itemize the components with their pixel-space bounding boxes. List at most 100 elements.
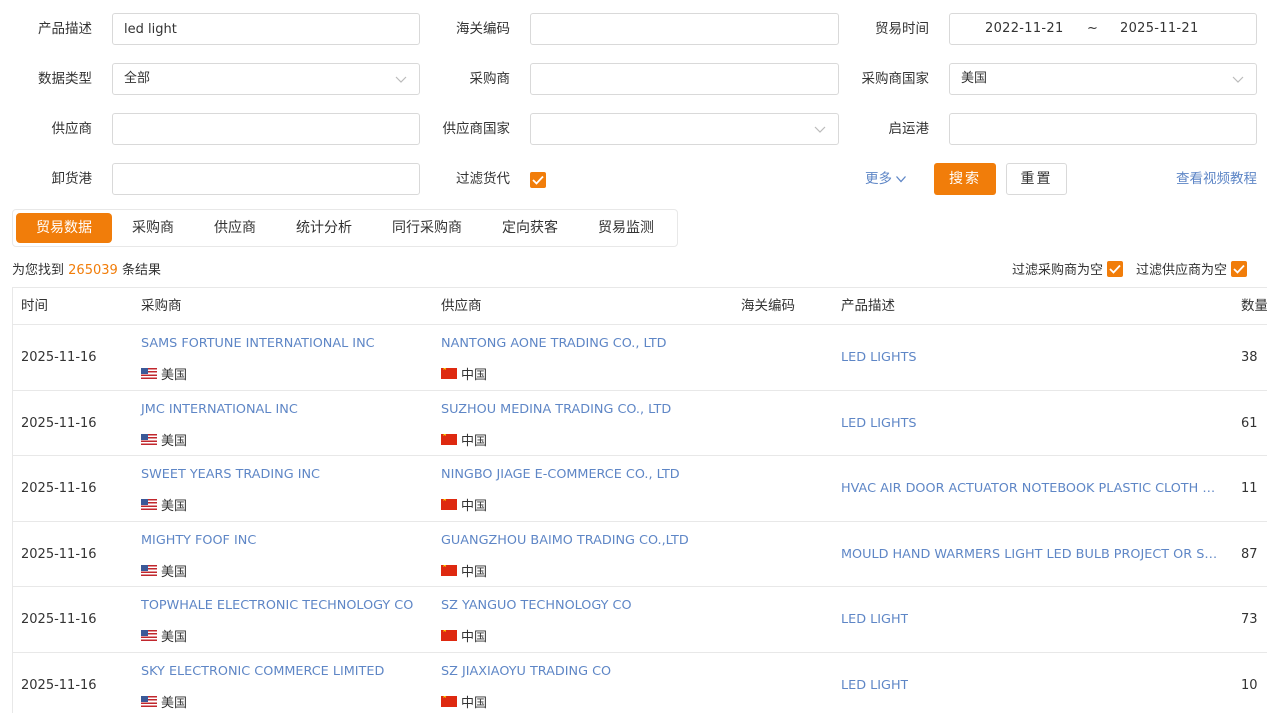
row-buyer-country-label: 美国: [161, 630, 188, 645]
row-supplier-country: 中国: [441, 692, 487, 711]
tab-5[interactable]: 定向获客: [482, 213, 578, 243]
origin-port-input[interactable]: [949, 113, 1257, 145]
dest-port-input[interactable]: [112, 163, 420, 195]
dest-port-label: 卸货港: [51, 171, 93, 187]
row-supplier-country: 中国: [441, 495, 487, 514]
result-count-suffix: 条结果: [121, 263, 161, 278]
table-row: 2025-11-16 JMC INTERNATIONAL INC 美国 SUZHOU …: [13, 391, 1267, 456]
us-flag-icon: [141, 433, 157, 445]
filter-forwarder-checkbox[interactable]: [530, 172, 546, 188]
row-date: 2025-11-16: [21, 677, 97, 693]
row-buyer-country: 美国: [141, 430, 187, 449]
china-flag-icon: [441, 433, 457, 445]
dest-port-field[interactable]: [124, 164, 408, 194]
china-flag-icon: [441, 499, 457, 510]
table-row: 2025-11-16 TOPWHALE ELECTRONIC TECHNOLOGY…: [13, 587, 1267, 653]
row-product-link[interactable]: LED LIGHT: [841, 612, 908, 627]
product-desc-field[interactable]: [124, 14, 408, 44]
buyer-country-select[interactable]: 美国: [949, 63, 1257, 95]
supplier-country-select[interactable]: [530, 113, 839, 145]
row-supplier-link[interactable]: SZ YANGUO TECHNOLOGY CO: [441, 598, 632, 613]
reset-button[interactable]: 重置: [1006, 163, 1067, 195]
more-filters-toggle[interactable]: 更多: [865, 163, 907, 195]
row-product-link[interactable]: MOULD HAND WARMERS LIGHT LED BULB PROJEC…: [841, 547, 1219, 562]
row-supplier-country: 中国: [441, 626, 487, 645]
row-buyer-link[interactable]: TOPWHALE ELECTRONIC TECHNOLOGY CO: [141, 598, 413, 613]
tab-6[interactable]: 贸易监测: [578, 213, 674, 243]
chevron-down-icon: [896, 176, 906, 183]
filter-buyer-empty[interactable]: 过滤采购商为空: [1012, 259, 1124, 278]
hs-code-field[interactable]: [542, 14, 827, 44]
trade-time-end[interactable]: 2025-11-21: [1120, 14, 1199, 44]
result-count-prefix: 为您找到: [12, 263, 65, 278]
row-product-link[interactable]: LED LIGHTS: [841, 416, 917, 431]
row-buyer-link[interactable]: SKY ELECTRONIC COMMERCE LIMITED: [141, 664, 384, 679]
us-flag-icon: [141, 499, 157, 510]
filter-supplier-empty[interactable]: 过滤供应商为空: [1136, 259, 1248, 278]
row-supplier-link[interactable]: GUANGZHOU BAIMO TRADING CO.,LTD: [441, 533, 689, 548]
row-date: 2025-11-16: [21, 350, 97, 365]
hs-code-input[interactable]: [530, 13, 839, 45]
tab-1[interactable]: 采购商: [112, 213, 194, 243]
chevron-down-icon: [814, 126, 826, 133]
row-buyer-link[interactable]: JMC INTERNATIONAL INC: [141, 402, 298, 417]
tab-0[interactable]: 贸易数据: [16, 213, 112, 243]
hs-code-label: 海关编码: [456, 21, 510, 37]
row-supplier-link[interactable]: NANTONG AONE TRADING CO., LTD: [441, 336, 667, 351]
row-supplier-link[interactable]: SUZHOU MEDINA TRADING CO., LTD: [441, 402, 671, 417]
video-tutorial-link[interactable]: 查看视频教程: [1176, 163, 1257, 195]
row-product-link[interactable]: LED LIGHT: [841, 678, 908, 693]
trade-time-range-picker[interactable]: 2022-11-21 ~ 2025-11-21: [949, 13, 1257, 45]
row-qty: 10: [1241, 677, 1258, 693]
row-qty: 11: [1241, 481, 1258, 496]
trade-time-start[interactable]: 2022-11-21: [985, 14, 1064, 44]
filter-forwarder-label: 过滤货代: [456, 171, 510, 187]
row-supplier-link[interactable]: SZ JIAXIAOYU TRADING CO: [441, 664, 611, 679]
table-row: 2025-11-16 MIGHTY FOOF INC 美国 GUANGZHOU BAI…: [13, 522, 1267, 587]
table-row: 2025-11-16 SKY ELECTRONIC COMMERCE LIMITE…: [13, 653, 1267, 713]
check-icon: [1233, 264, 1245, 274]
us-flag-icon: [141, 630, 157, 641]
product-desc-input[interactable]: [112, 13, 420, 45]
buyer-country-label: 采购商国家: [861, 71, 930, 87]
row-buyer-link[interactable]: SWEET YEARS TRADING INC: [141, 467, 320, 482]
origin-port-label: 启运港: [888, 121, 930, 137]
china-flag-icon: [441, 368, 457, 379]
row-buyer-country: 美国: [141, 561, 187, 580]
buyer-input[interactable]: [530, 63, 839, 95]
more-filters-label: 更多: [865, 171, 892, 187]
row-buyer-country-label: 美国: [161, 695, 188, 711]
data-type-select[interactable]: 全部: [112, 63, 420, 95]
filter-buyer-empty-checkbox[interactable]: [1107, 260, 1124, 277]
supplier-field[interactable]: [124, 114, 408, 144]
supplier-input[interactable]: [112, 113, 420, 145]
row-buyer-country: 美国: [141, 626, 187, 645]
supplier-country-label: 供应商国家: [442, 121, 511, 137]
tab-4[interactable]: 同行采购商: [372, 213, 482, 243]
row-product-link[interactable]: HVAC AIR DOOR ACTUATOR NOTEBOOK PLASTIC …: [841, 481, 1219, 496]
col-header-hs-code: 海关编码: [741, 298, 795, 314]
row-supplier-link[interactable]: NINGBO JIAGE E-COMMERCE CO., LTD: [441, 467, 680, 482]
origin-port-field[interactable]: [961, 114, 1245, 144]
row-product-link[interactable]: LED LIGHTS: [841, 350, 917, 365]
row-date: 2025-11-16: [21, 612, 97, 627]
row-date: 2025-11-16: [21, 546, 97, 562]
buyer-field[interactable]: [542, 64, 827, 94]
row-supplier-country: 中国: [441, 364, 487, 383]
filter-supplier-empty-checkbox[interactable]: [1231, 260, 1248, 277]
product-desc-label: 产品描述: [38, 21, 92, 37]
tab-3[interactable]: 统计分析: [276, 213, 372, 243]
row-supplier-country-label: 中国: [461, 630, 488, 645]
col-header-qty: 数量: [1241, 298, 1267, 314]
row-buyer-link[interactable]: SAMS FORTUNE INTERNATIONAL INC: [141, 336, 375, 351]
chevron-down-icon: [395, 76, 407, 83]
table-row: 2025-11-16 SWEET YEARS TRADING INC 美国 NINGB…: [13, 456, 1267, 522]
row-supplier-country: 中国: [441, 430, 487, 449]
us-flag-icon: [141, 695, 157, 707]
search-button[interactable]: 搜索: [934, 163, 996, 195]
row-supplier-country-label: 中国: [461, 499, 488, 514]
col-header-supplier: 供应商: [441, 298, 482, 314]
row-supplier-country-label: 中国: [461, 564, 488, 580]
row-buyer-link[interactable]: MIGHTY FOOF INC: [141, 533, 256, 548]
tab-2[interactable]: 供应商: [194, 213, 276, 243]
